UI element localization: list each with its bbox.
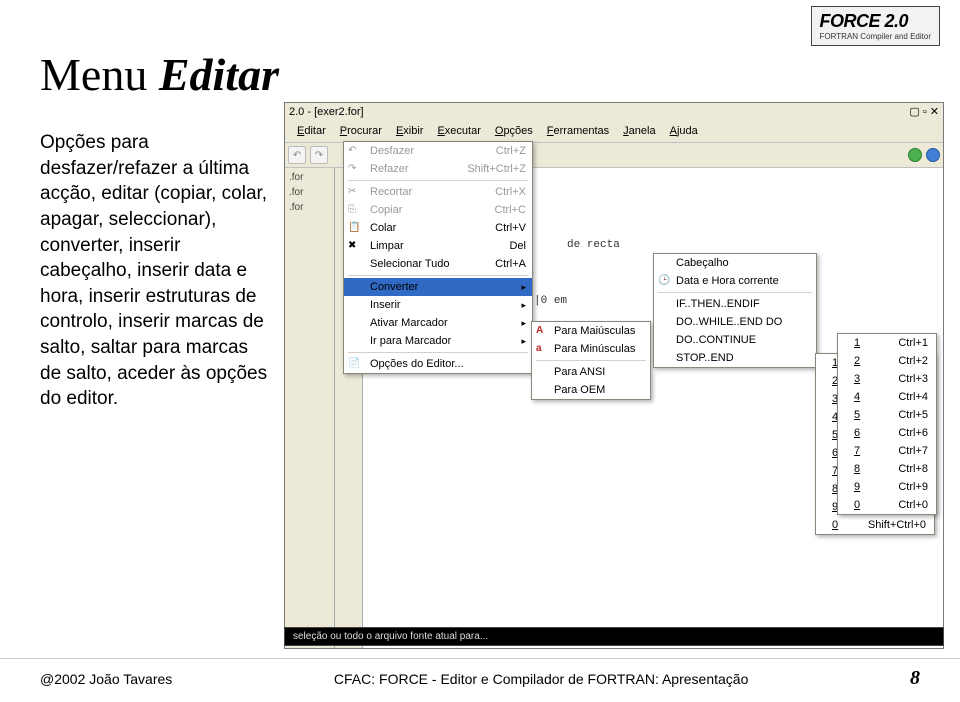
menu-item[interactable]: IF..THEN..ENDIF [654,295,816,313]
menu-item[interactable]: STOP..END [654,349,816,367]
file-tab[interactable]: .for [285,185,334,200]
menu-item[interactable]: Para OEM [532,381,650,399]
menu-item[interactable]: ⎘CopiarCtrl+C [344,201,532,219]
menu-item[interactable]: 3Ctrl+3 [838,370,936,388]
logo-brand: FORCE 2.0 [820,11,931,32]
menu-item[interactable]: 1Ctrl+1 [838,334,936,352]
footer-center: CFAC: FORCE - Editor e Compilador de FOR… [334,671,748,687]
menu-editar[interactable]: ↶DesfazerCtrl+Z↷RefazerShift+Ctrl+Z ✂Reco… [343,141,533,374]
menu-item[interactable]: ↷RefazerShift+Ctrl+Z [344,160,532,178]
menu-item[interactable]: Ativar Marcador▸ [344,314,532,332]
menu-item[interactable]: APara Maiúsculas [532,322,650,340]
run-icon[interactable] [908,148,922,162]
menu-item[interactable]: ✖LimparDel [344,237,532,255]
menu-item[interactable]: Ferramentas [541,123,615,139]
menu-item[interactable]: 4Ctrl+4 [838,388,936,406]
menu-item[interactable]: 📄Opções do Editor... [344,355,532,373]
menu-item[interactable]: Exibir [390,123,430,139]
pause-icon[interactable] [926,148,940,162]
menu-item[interactable]: Editar [291,123,332,139]
page-title: Menu Editar [40,48,279,101]
file-sidebar: .for.for.for [285,168,335,648]
menu-item[interactable]: 9Ctrl+9 [838,478,936,496]
menu-item[interactable]: 8Ctrl+8 [838,460,936,478]
menu-item[interactable]: DO..CONTINUE [654,331,816,349]
menu-item[interactable]: ✂RecortarCtrl+X [344,183,532,201]
file-tab[interactable]: .for [285,170,334,185]
menubar[interactable]: EditarProcurarExibirExecutarOpçõesFerram… [285,120,943,143]
menu-item[interactable]: 📋ColarCtrl+V [344,219,532,237]
footer-author: @2002 João Tavares [40,671,172,687]
submenu-converter[interactable]: APara MaiúsculasaPara Minúsculas Para ANS… [531,321,651,400]
menu-item[interactable]: Selecionar TudoCtrl+A [344,255,532,273]
menu-item[interactable]: Opções [489,123,539,139]
window-controls: ▢ ▫ ✕ [909,105,939,118]
toolbar-icon[interactable]: ↷ [310,146,328,164]
menu-item[interactable]: 7Ctrl+7 [838,442,936,460]
menu-item[interactable]: Inserir▸ [344,296,532,314]
submenu-inserir[interactable]: Cabeçalho🕒Data e Hora corrente IF..THEN..… [653,253,817,368]
menu-item[interactable]: Converter▸ [344,278,532,296]
menu-item[interactable]: DO..WHILE..END DO [654,313,816,331]
menu-item[interactable]: 5Ctrl+5 [838,406,936,424]
menu-item[interactable]: 0Ctrl+0 [838,496,936,514]
menu-item[interactable]: 🕒Data e Hora corrente [654,272,816,290]
menu-item[interactable]: Cabeçalho [654,254,816,272]
window-title: 2.0 - [exer2.for] [289,106,364,118]
logo-subtitle: FORTRAN Compiler and Editor [820,32,931,41]
menu-item[interactable]: Para ANSI [532,363,650,381]
menu-item[interactable]: aPara Minúsculas [532,340,650,358]
menu-item[interactable]: ↶DesfazerCtrl+Z [344,142,532,160]
menu-item[interactable]: Ajuda [664,123,704,139]
toolbar-icon[interactable]: ↶ [288,146,306,164]
logo: FORCE 2.0 FORTRAN Compiler and Editor [811,6,940,46]
menu-item[interactable]: 6Ctrl+6 [838,424,936,442]
file-tab[interactable]: .for [285,200,334,215]
footer-page: 8 [910,667,920,690]
submenu-ir-marcador[interactable]: 1Ctrl+12Ctrl+23Ctrl+34Ctrl+45Ctrl+56Ctrl… [837,333,937,515]
menu-item[interactable]: Executar [431,123,486,139]
status-bar: seleção ou todo o arquivo fonte atual pa… [284,627,944,646]
slide-footer: @2002 João Tavares CFAC: FORCE - Editor … [0,658,960,690]
menu-item[interactable]: Ir para Marcador▸ [344,332,532,350]
menu-item[interactable]: 2Ctrl+2 [838,352,936,370]
menu-item[interactable]: Procurar [334,123,388,139]
menu-item[interactable]: 0Shift+Ctrl+0 [816,516,934,534]
body-paragraph: Opções para desfazer/refazer a última ac… [40,130,270,412]
menu-item[interactable]: Janela [617,123,661,139]
editor-screenshot: 2.0 - [exer2.for] ▢ ▫ ✕ EditarProcurarEx… [284,102,944,649]
